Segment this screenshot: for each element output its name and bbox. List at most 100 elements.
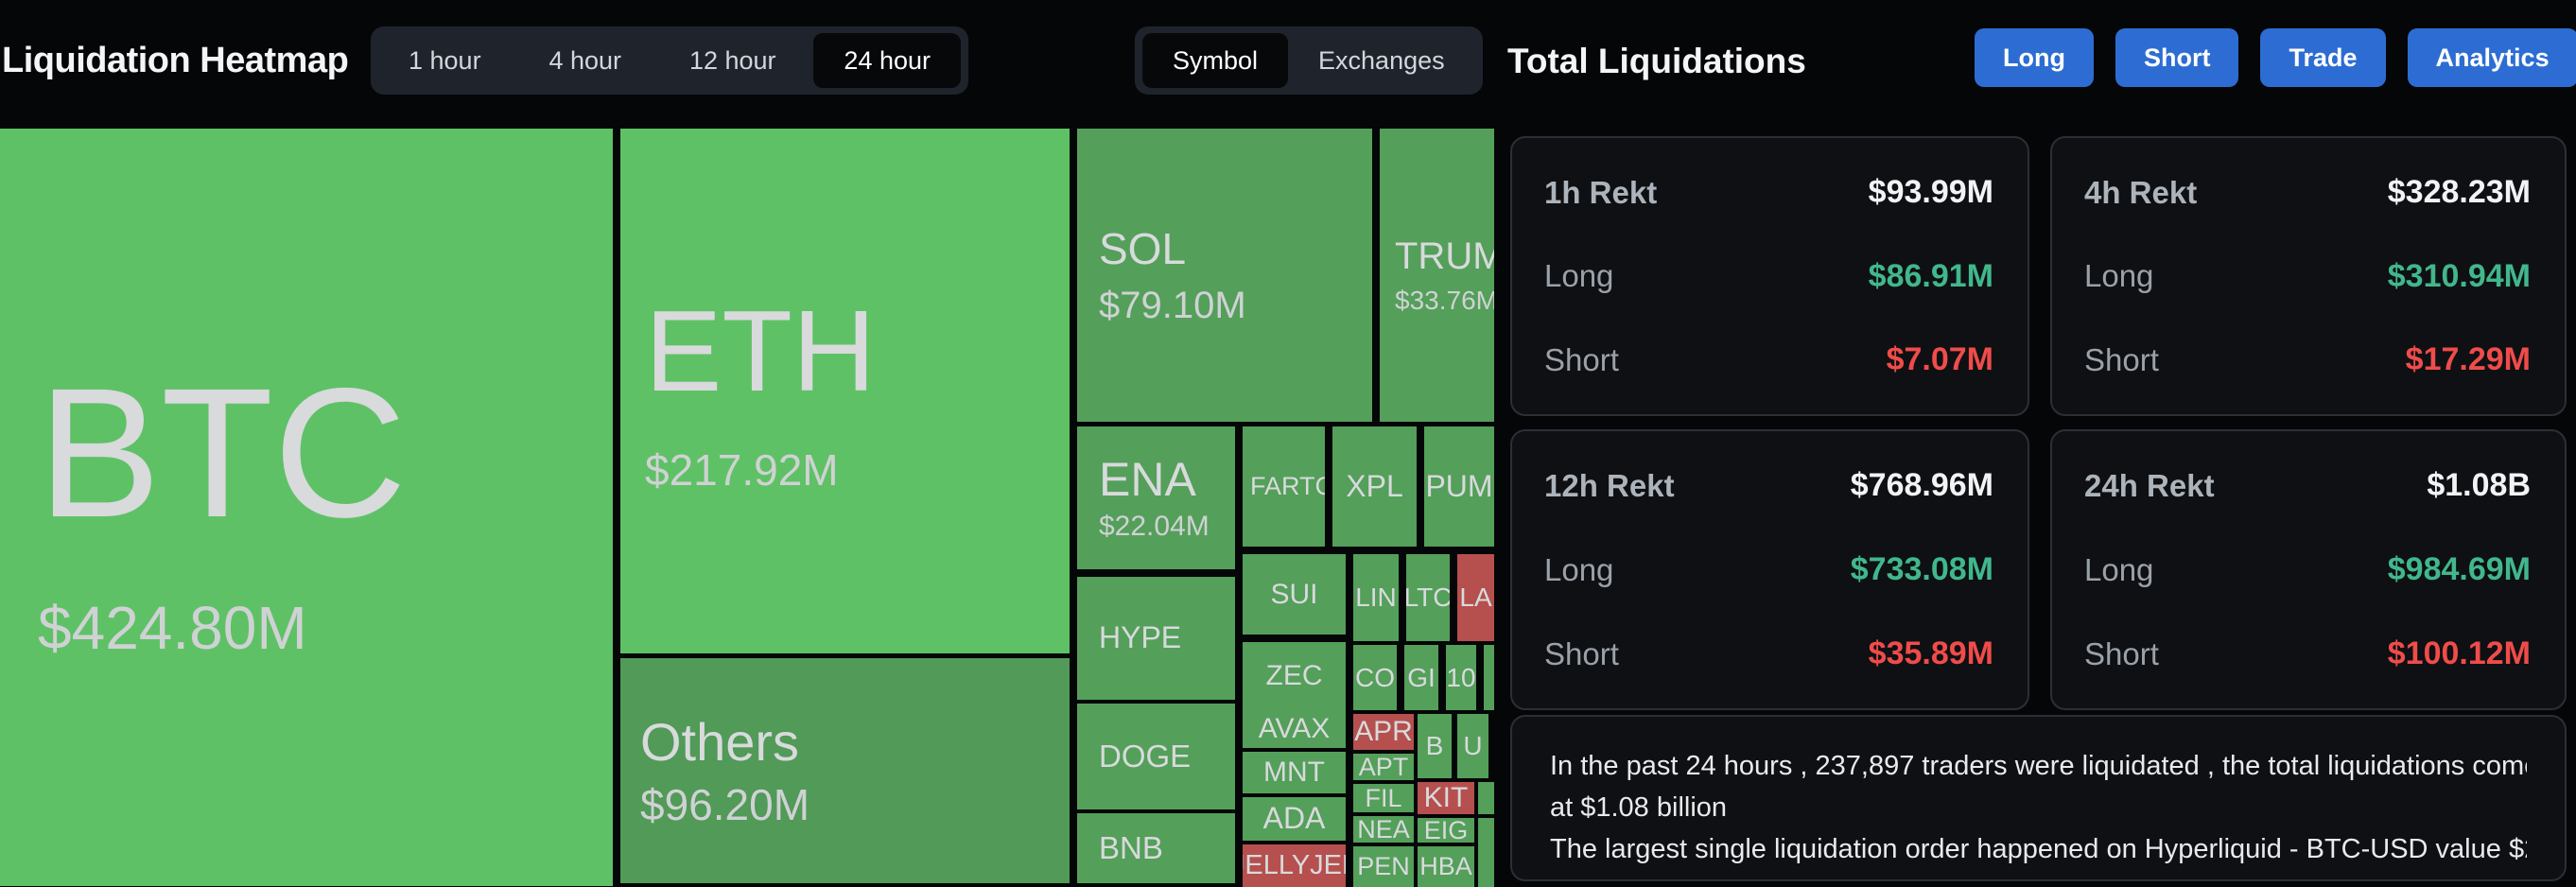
cell-symbol: APR <box>1354 716 1413 748</box>
treemap-cell-u[interactable]: U <box>1457 714 1488 778</box>
treemap-cell-hba[interactable]: HBA <box>1418 846 1474 887</box>
trade-button[interactable]: Trade <box>2260 28 2386 87</box>
cell-symbol: HBA <box>1419 852 1472 881</box>
treemap-cell-ada[interactable]: ADA <box>1243 797 1346 841</box>
stat-value: $328.23M <box>2387 174 2531 210</box>
cell-symbol: BNB <box>1099 829 1163 865</box>
cell-symbol: NEA <box>1357 816 1410 843</box>
liquidation-treemap: BTC $424.80M ETH $217.92M Others $96.20M SOL $7… <box>0 126 1494 887</box>
time-tab-12-hour[interactable]: 12 hour <box>659 33 807 88</box>
cell-symbol: JELLYJEL <box>1243 850 1346 881</box>
treemap-cell-gi[interactable]: GI <box>1404 645 1438 710</box>
cell-symbol: TRUM <box>1395 235 1494 277</box>
cell-symbol: EIG <box>1423 818 1469 843</box>
treemap-cell-sol[interactable]: SOL $79.10M <box>1077 129 1372 422</box>
page-title: Liquidation Heatmap <box>2 41 349 80</box>
stat-card-4h-rekt: 4h Rekt $328.23M Long $310.94M Short $17.29M <box>2050 136 2567 416</box>
treemap-cell-pum[interactable]: PUM <box>1424 426 1494 547</box>
treemap-cell-spacer[interactable] <box>1478 818 1494 887</box>
treemap-cell-kit[interactable]: KIT <box>1418 782 1474 814</box>
cell-symbol: ZEC <box>1265 660 1323 692</box>
cell-value: $79.10M <box>1099 285 1246 327</box>
treemap-cell-ena[interactable]: ENA $22.04M <box>1077 426 1235 569</box>
mode-tab-symbol[interactable]: Symbol <box>1142 33 1289 88</box>
treemap-cell-spacer[interactable] <box>1478 782 1494 814</box>
stat-value: $86.91M <box>1868 257 1993 294</box>
treemap-cell-btc[interactable]: BTC $424.80M <box>0 129 613 886</box>
treemap-cell-eth[interactable]: ETH $217.92M <box>620 129 1070 653</box>
treemap-cell-mnt[interactable]: MNT <box>1243 752 1346 793</box>
treemap-cell-others[interactable]: Others $96.20M <box>620 658 1070 883</box>
stat-value: $100.12M <box>2387 635 2531 671</box>
stat-card-1h-rekt: 1h Rekt $93.99M Long $86.91M Short $7.07M <box>1510 136 2029 416</box>
treemap-cell-fartco[interactable]: FARTCO <box>1243 426 1325 547</box>
time-tab-24-hour[interactable]: 24 hour <box>813 33 961 88</box>
cell-value: $33.76M <box>1395 286 1494 315</box>
time-range-tabs: 1 hour 4 hour 12 hour 24 hour <box>371 26 968 95</box>
symbol-exchanges-toggle: Symbol Exchanges <box>1135 26 1483 95</box>
long-button[interactable]: Long <box>1975 28 2094 87</box>
treemap-cell-nea[interactable]: NEA <box>1353 816 1414 843</box>
stat-row: Short $35.89M <box>1544 635 1993 672</box>
stat-card-24h-rekt: 24h Rekt $1.08B Long $984.69M Short $100.12M <box>2050 429 2567 710</box>
cell-symbol: APT <box>1358 754 1409 780</box>
treemap-cell-doge[interactable]: DOGE <box>1077 704 1235 809</box>
cell-symbol: 10 <box>1446 662 1476 692</box>
cell-symbol: Others <box>640 711 800 772</box>
stat-value: $310.94M <box>2387 257 2531 294</box>
summary-line: In the past 24 hours , 237,897 traders w… <box>1550 751 2527 781</box>
treemap-cell-10[interactable]: 10 <box>1446 645 1476 710</box>
stat-label: Long <box>2084 551 2154 587</box>
total-liquidations-title: Total Liquidations <box>1507 42 1806 80</box>
treemap-cell-la[interactable]: LA <box>1457 554 1494 641</box>
treemap-cell-jellyjel[interactable]: JELLYJEL <box>1243 844 1346 887</box>
stat-value: $733.08M <box>1850 551 1993 587</box>
stat-label: 1h Rekt <box>1544 174 1658 210</box>
treemap-cell-fil[interactable]: FIL <box>1353 784 1414 812</box>
time-tab-4-hour[interactable]: 4 hour <box>518 33 652 88</box>
treemap-cell-b[interactable]: B <box>1418 714 1452 778</box>
treemap-cell-sui[interactable]: SUI <box>1243 554 1346 635</box>
stat-value: $1.08B <box>2427 467 2531 503</box>
stat-value: $17.29M <box>2405 341 2531 377</box>
stat-row: Short $100.12M <box>2084 635 2531 672</box>
stat-label: Short <box>1544 635 1619 671</box>
treemap-cell-apr[interactable]: APR <box>1353 714 1414 750</box>
cell-symbol: PUM <box>1425 468 1493 503</box>
stat-row: Long $733.08M <box>1544 551 1993 588</box>
treemap-cell-trum[interactable]: TRUM $33.76M <box>1380 129 1494 422</box>
treemap-cell-ltc[interactable]: LTC <box>1406 554 1450 641</box>
cell-symbol: FARTCO <box>1250 472 1325 501</box>
treemap-cell-eig[interactable]: EIG <box>1418 818 1474 843</box>
cell-symbol: DOGE <box>1099 738 1192 774</box>
treemap-cell-zec[interactable]: ZEC <box>1243 642 1346 710</box>
treemap-cell-apt[interactable]: APT <box>1353 754 1414 780</box>
cell-symbol: MNT <box>1263 757 1325 789</box>
treemap-cell-pen[interactable]: PEN <box>1353 846 1414 887</box>
treemap-cell-co[interactable]: CO <box>1353 645 1397 710</box>
cell-value: $217.92M <box>645 444 839 495</box>
treemap-cell-lin[interactable]: LIN <box>1353 554 1399 641</box>
treemap-cell-spacer[interactable] <box>1484 645 1494 710</box>
analytics-button[interactable]: Analytics <box>2407 28 2576 87</box>
action-buttons: Long Short Trade Analytics <box>1975 28 2576 87</box>
mode-tab-exchanges[interactable]: Exchanges <box>1288 33 1475 88</box>
stat-label: Short <box>2084 341 2159 377</box>
treemap-cell-bnb[interactable]: BNB <box>1077 813 1235 883</box>
summary-line: The largest single liquidation order hap… <box>1550 834 2527 864</box>
treemap-cell-xpl[interactable]: XPL <box>1332 426 1417 547</box>
stat-row: Long $984.69M <box>2084 551 2531 588</box>
cell-symbol: FIL <box>1365 784 1402 812</box>
cell-symbol: U <box>1463 731 1483 761</box>
stat-value: $35.89M <box>1868 635 1993 671</box>
cell-symbol: LTC <box>1406 583 1450 613</box>
cell-symbol: PEN <box>1357 852 1410 881</box>
short-button[interactable]: Short <box>2115 28 2239 87</box>
stat-value: $984.69M <box>2387 551 2531 587</box>
treemap-cell-hype[interactable]: HYPE <box>1077 577 1235 700</box>
time-tab-1-hour[interactable]: 1 hour <box>378 33 512 88</box>
treemap-cell-avax[interactable]: AVAX <box>1243 710 1346 748</box>
cell-symbol: ENA <box>1099 452 1196 506</box>
liquidation-summary-card: In the past 24 hours , 237,897 traders w… <box>1510 715 2567 881</box>
stat-row: 12h Rekt $768.96M <box>1544 467 1993 504</box>
